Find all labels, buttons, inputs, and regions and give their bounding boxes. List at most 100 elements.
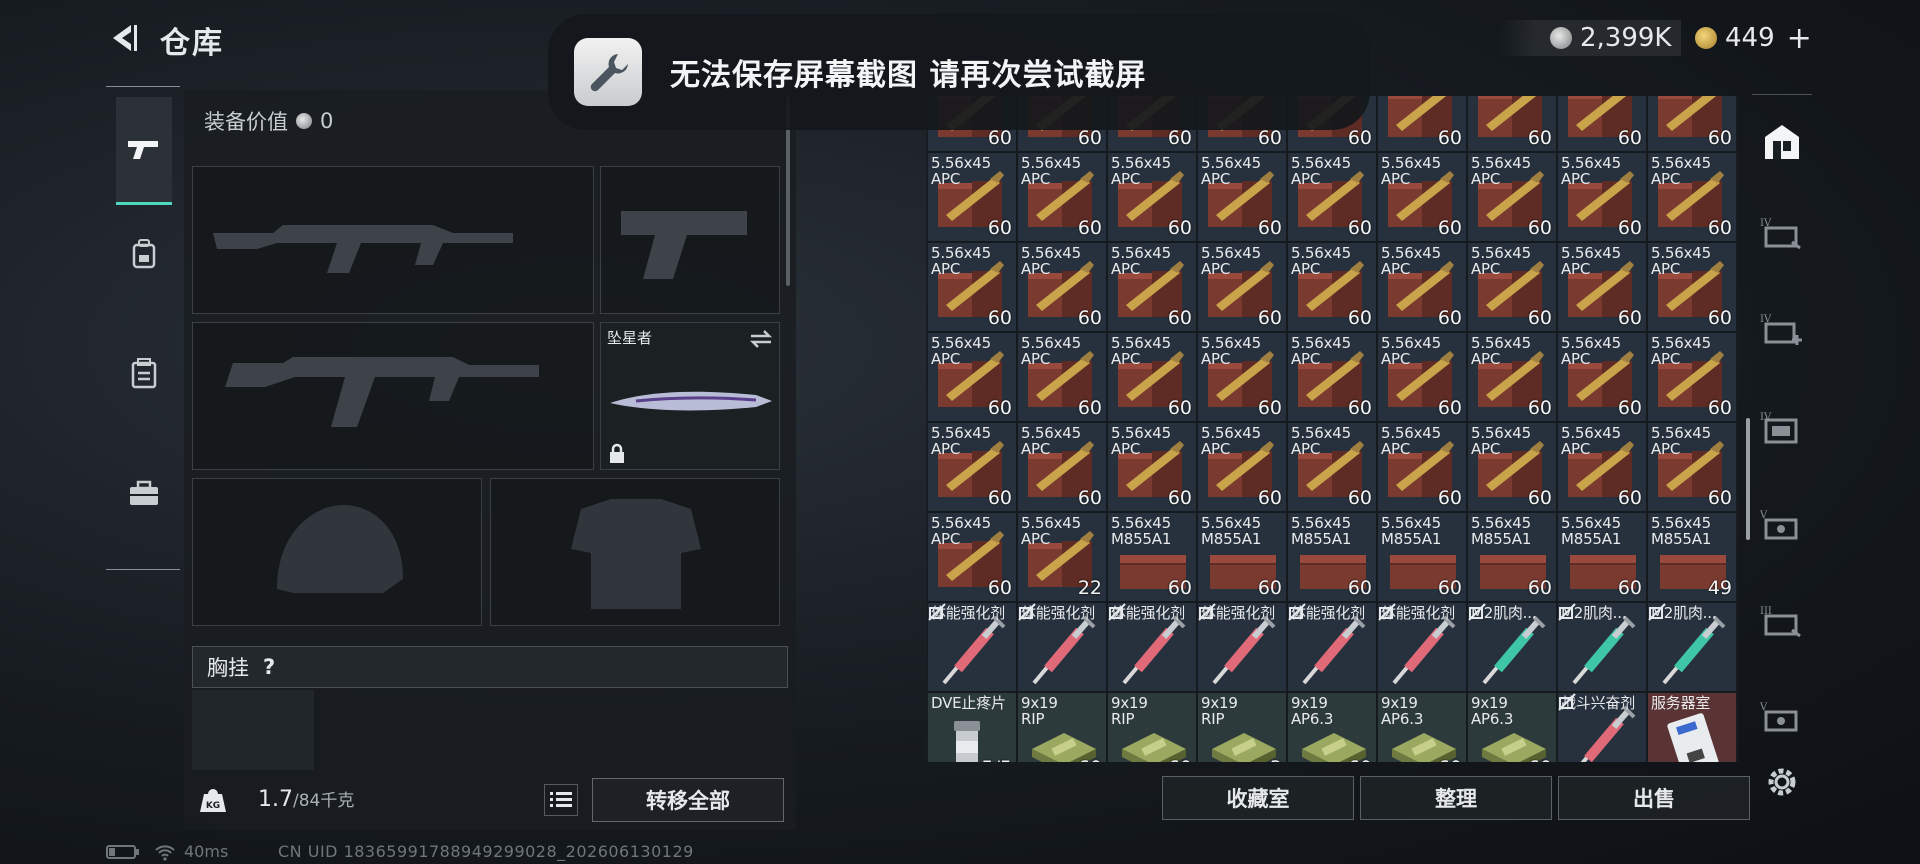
inventory-cell[interactable]: 5.56x45 APC 60 [1287, 332, 1377, 422]
inventory-cell[interactable]: 5.56x45 APC 60 [1377, 152, 1467, 242]
inventory-cell[interactable]: 5.56x45 APC 60 [1287, 422, 1377, 512]
inventory-cell[interactable]: 5.56x45 APC 60 [1017, 152, 1107, 242]
inventory-cell[interactable]: 60 [1647, 96, 1737, 152]
inventory-cell[interactable]: 战斗兴奋剂 [1557, 692, 1647, 762]
toolbox-tab[interactable] [116, 465, 172, 521]
inventory-cell[interactable]: 5.56x45 APC 60 [1557, 332, 1647, 422]
inventory-scrollbar[interactable] [1746, 418, 1750, 540]
inventory-cell[interactable]: 5.56x45 APC 60 [1197, 332, 1287, 422]
helmet-slot[interactable] [192, 478, 482, 626]
inventory-cell[interactable]: 体能强化剂 [927, 602, 1017, 692]
primary-weapon-slot[interactable] [192, 166, 594, 314]
inventory-cell[interactable]: 5.56x45 APC 60 [1647, 332, 1737, 422]
pistol-icon [128, 140, 158, 159]
inventory-cell[interactable]: 体能强化剂 [1017, 602, 1107, 692]
inventory-cell[interactable]: 5.56x45 APC 60 [1647, 152, 1737, 242]
inventory-cell[interactable]: 5.56x45 APC 60 [1377, 422, 1467, 512]
swap-arrows-icon[interactable] [749, 329, 773, 349]
inventory-cell[interactable]: 5.56x45 APC 60 [1107, 152, 1197, 242]
inventory-cell[interactable]: 5.56x45 APC 60 [1647, 422, 1737, 512]
inventory-cell[interactable]: M2肌肉... [1467, 602, 1557, 692]
inventory-cell[interactable]: 5.56x45 APC 60 [1017, 422, 1107, 512]
inventory-cell[interactable]: 9x19AP6.3 60 [1287, 692, 1377, 762]
inventory-cell[interactable]: 5.56x45 M855A1 60 [1467, 512, 1557, 602]
inventory-cell[interactable]: 5.56x45 APC 60 [1017, 332, 1107, 422]
inventory-cell[interactable]: 5.56x45 APC 60 [927, 242, 1017, 332]
inventory-cell[interactable]: 9x19RIP 60 [1017, 692, 1107, 762]
pistol-slot[interactable] [600, 166, 780, 314]
back-button[interactable] [104, 18, 144, 58]
inventory-cell[interactable]: 5.56x45 APC 60 [1197, 152, 1287, 242]
item-count: 60 [1347, 127, 1372, 149]
inventory-cell[interactable]: 5.56x45 APC 60 [1467, 332, 1557, 422]
inventory-cell[interactable]: 9x19AP6.3 60 [1467, 692, 1557, 762]
inventory-cell[interactable]: 5.56x45 M855A1 60 [1197, 512, 1287, 602]
inventory-cell[interactable]: 5.56x45 APC 60 [1287, 242, 1377, 332]
container-iv-icon[interactable]: IV [1758, 210, 1806, 258]
organize-button[interactable]: 整理 [1360, 776, 1552, 820]
collection-room-button[interactable]: 收藏室 [1162, 776, 1354, 820]
inventory-cell[interactable]: 5.56x45 M855A1 60 [1287, 512, 1377, 602]
chest-rig-slot[interactable] [192, 690, 314, 770]
inventory-cell[interactable]: 5.56x45 APC 60 [927, 332, 1017, 422]
inventory-cell[interactable]: 60 [1377, 96, 1467, 152]
inventory-cell[interactable]: 5.56x45 APC 60 [927, 152, 1017, 242]
container-iii-icon[interactable]: III [1758, 598, 1806, 646]
chest-rig-help-icon[interactable]: ? [263, 655, 275, 679]
weapons-tab[interactable] [116, 97, 172, 205]
inventory-cell[interactable]: 5.56x45 APC 60 [1107, 332, 1197, 422]
settings-gear-icon[interactable] [1758, 758, 1806, 806]
inventory-cell[interactable]: 5.56x45 APC 60 [1107, 242, 1197, 332]
inventory-cell[interactable]: 5.56x45 APC 60 [1377, 332, 1467, 422]
inventory-cell[interactable]: 5.56x45 APC 60 [1467, 242, 1557, 332]
gold-currency[interactable]: 449 + [1695, 20, 1812, 56]
inventory-cell[interactable]: 体能强化剂 [1107, 602, 1197, 692]
inventory-cell[interactable]: 体能强化剂 [1197, 602, 1287, 692]
inventory-cell[interactable]: 5.56x45 APC 60 [1467, 422, 1557, 512]
inventory-cell[interactable]: M2肌肉... [1647, 602, 1737, 692]
container-v-icon[interactable]: V [1758, 502, 1806, 550]
inventory-cell[interactable]: 5.56x45 APC 60 [1197, 422, 1287, 512]
melee-slot[interactable]: 坠星者 [600, 322, 780, 470]
inventory-cell[interactable]: 60 [1467, 96, 1557, 152]
container-iv-b-icon[interactable]: IV [1758, 404, 1806, 452]
inventory-cell[interactable]: 9x19RIP 3 [1197, 692, 1287, 762]
inventory-cell[interactable]: 5.56x45 M855A1 49 [1647, 512, 1737, 602]
inventory-cell[interactable]: 5.56x45 APC 60 [1377, 242, 1467, 332]
chest-rig-tab[interactable] [116, 345, 172, 401]
inventory-cell[interactable]: 5.56x45 APC 60 [1017, 242, 1107, 332]
inventory-cell[interactable]: 5.56x45 M855A1 60 [1557, 512, 1647, 602]
inventory-cell[interactable]: 60 [1557, 96, 1647, 152]
inventory-cell[interactable]: M2肌肉... [1557, 602, 1647, 692]
inventory-cell[interactable]: 5.56x45 APC 60 [1557, 422, 1647, 512]
inventory-cell[interactable]: 5.56x45 APC 60 [1197, 242, 1287, 332]
inventory-cell[interactable]: 5.56x45 APC 60 [1287, 152, 1377, 242]
silver-currency[interactable]: 2,399K [1500, 20, 1682, 56]
container-iv-plus-icon[interactable]: IV [1758, 306, 1806, 354]
inventory-cell[interactable]: 5.56x45 APC 60 [1467, 152, 1557, 242]
gold-plus-button[interactable]: + [1787, 21, 1812, 56]
inventory-cell[interactable]: 9x19RIP 60 [1107, 692, 1197, 762]
item-name: 5.56x45 APC [1111, 424, 1171, 458]
inventory-cell[interactable]: 5.56x45 APC 60 [927, 422, 1017, 512]
inventory-cell[interactable]: DVE止疼片 5/5 [927, 692, 1017, 762]
inventory-cell[interactable]: 5.56x45 APC 60 [1107, 422, 1197, 512]
armor-slot[interactable] [490, 478, 780, 626]
inventory-cell[interactable]: 5.56x45 APC 60 [1557, 242, 1647, 332]
inventory-cell[interactable]: 5.56x45 APC 22 [1017, 512, 1107, 602]
stash-home-icon[interactable] [1758, 118, 1806, 166]
container-v-b-icon[interactable]: V [1758, 694, 1806, 742]
backpack-tab[interactable] [116, 225, 172, 281]
inventory-cell[interactable]: 5.56x45 APC 60 [1557, 152, 1647, 242]
page-title: 仓库 [160, 26, 224, 61]
inventory-cell[interactable]: 5.56x45 APC 60 [927, 512, 1017, 602]
inventory-cell[interactable]: 5.56x45 M855A1 60 [1107, 512, 1197, 602]
sell-button[interactable]: 出售 [1558, 776, 1750, 820]
inventory-cell[interactable]: 体能强化剂 [1377, 602, 1467, 692]
inventory-cell[interactable]: 服务器室 [1647, 692, 1737, 762]
inventory-cell[interactable]: 5.56x45 M855A1 60 [1377, 512, 1467, 602]
secondary-weapon-slot[interactable] [192, 322, 594, 470]
inventory-cell[interactable]: 9x19AP6.3 60 [1377, 692, 1467, 762]
inventory-cell[interactable]: 5.56x45 APC 60 [1647, 242, 1737, 332]
inventory-cell[interactable]: 体能强化剂 [1287, 602, 1377, 692]
